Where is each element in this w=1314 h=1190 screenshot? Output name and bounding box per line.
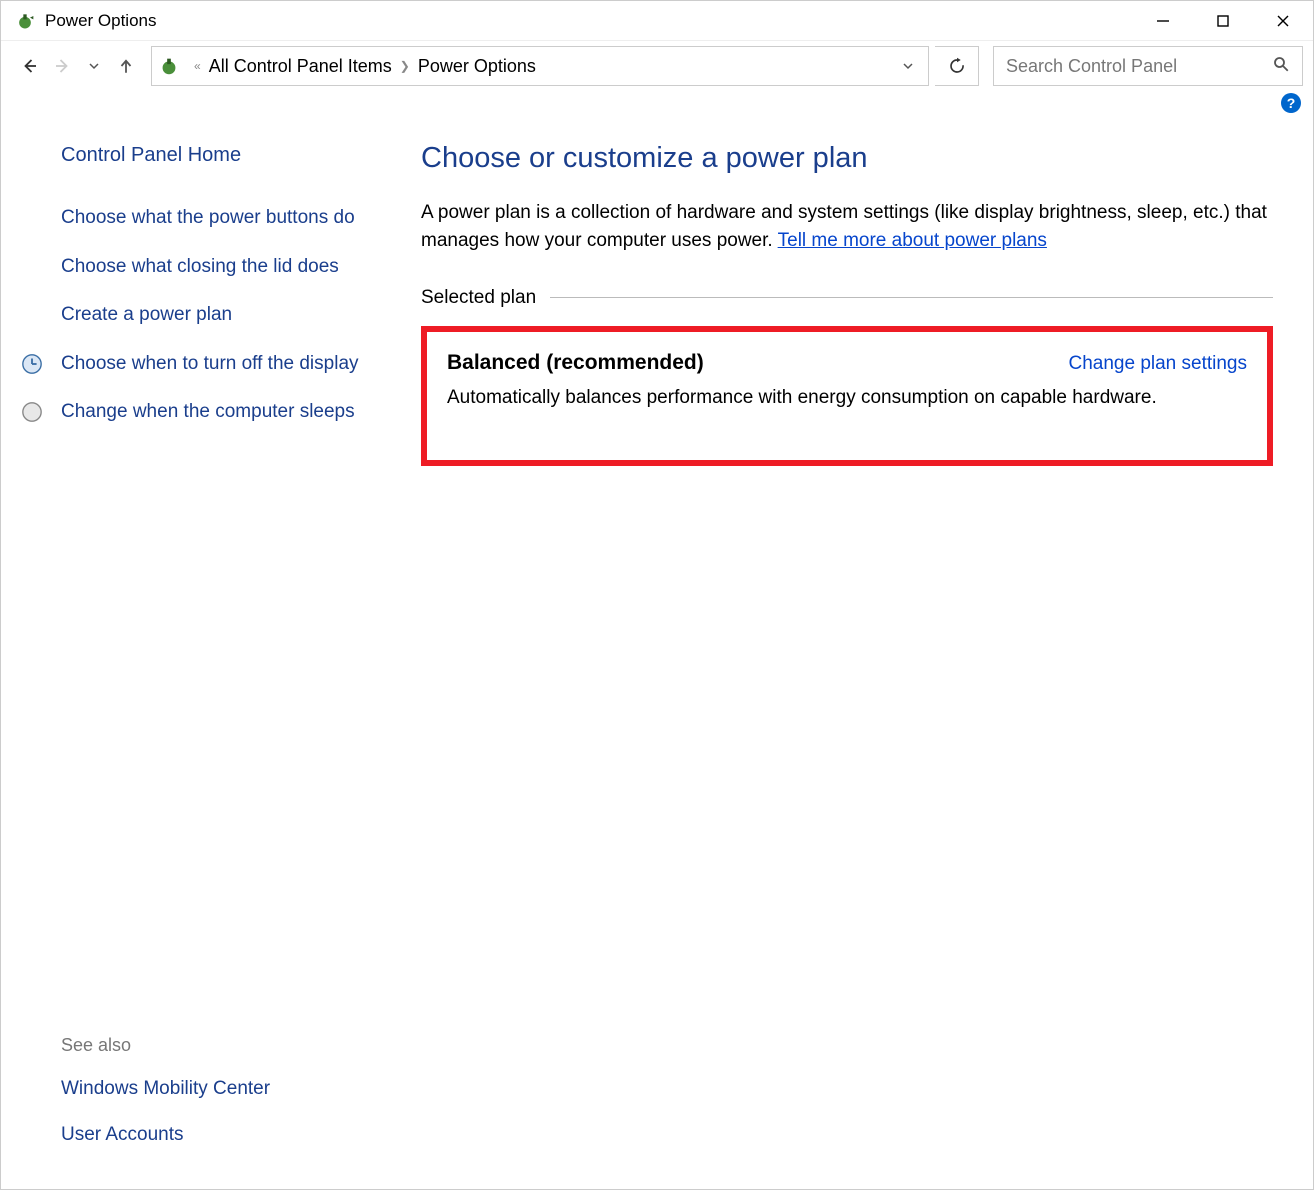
close-button[interactable] (1253, 1, 1313, 41)
window-frame: Power Options (0, 0, 1314, 1190)
recent-locations-button[interactable] (79, 51, 109, 81)
plan-name: Balanced (recommended) (447, 348, 704, 378)
search-icon[interactable] (1272, 55, 1290, 78)
search-box[interactable] (993, 46, 1303, 86)
sidebar-item-sleep[interactable]: Change when the computer sleeps (61, 399, 375, 426)
sidebar-item-lid-close[interactable]: Choose what closing the lid does (61, 254, 375, 281)
sidebar: Control Panel Home Choose what the power… (1, 127, 401, 1189)
change-plan-settings-link[interactable]: Change plan settings (1068, 350, 1247, 378)
breadcrumb-segment[interactable]: All Control Panel Items (205, 56, 396, 77)
window-title: Power Options (45, 11, 1133, 31)
address-dropdown-button[interactable] (894, 56, 922, 77)
page-description: A power plan is a collection of hardware… (421, 199, 1273, 254)
refresh-button[interactable] (935, 46, 979, 86)
minimize-button[interactable] (1133, 1, 1193, 41)
sidebar-item-display-off[interactable]: Choose when to turn off the display (61, 351, 375, 378)
learn-more-link[interactable]: Tell me more about power plans (778, 230, 1047, 251)
selected-plan-box: Balanced (recommended) Change plan setti… (421, 326, 1273, 466)
navigation-bar: « All Control Panel Items ❯ Power Option… (1, 41, 1313, 91)
main-panel: Choose or customize a power plan A power… (401, 127, 1313, 1189)
section-header: Selected plan (421, 284, 1273, 312)
see-also-mobility-center[interactable]: Windows Mobility Center (61, 1076, 375, 1103)
sidebar-item-create-plan[interactable]: Create a power plan (61, 302, 375, 329)
content-area: Control Panel Home Choose what the power… (1, 115, 1313, 1189)
plan-description: Automatically balances performance with … (447, 384, 1247, 412)
forward-button[interactable] (47, 51, 77, 81)
window-controls (1133, 1, 1313, 40)
nav-arrows (11, 51, 145, 81)
section-label: Selected plan (421, 284, 536, 312)
breadcrumb-segment[interactable]: Power Options (414, 56, 540, 77)
back-button[interactable] (15, 51, 45, 81)
content-top: ? (1, 91, 1313, 115)
sidebar-item-label: Change when the computer sleeps (61, 401, 355, 422)
see-also-heading: See also (61, 1033, 375, 1058)
maximize-button[interactable] (1193, 1, 1253, 41)
up-button[interactable] (111, 51, 141, 81)
clock-icon (21, 353, 43, 375)
sidebar-item-power-buttons[interactable]: Choose what the power buttons do (61, 205, 375, 232)
see-also-user-accounts[interactable]: User Accounts (61, 1122, 375, 1149)
sidebar-home-link[interactable]: Control Panel Home (61, 141, 375, 169)
address-bar-icon (158, 55, 180, 77)
address-bar[interactable]: « All Control Panel Items ❯ Power Option… (151, 46, 929, 86)
plan-header: Balanced (recommended) Change plan setti… (447, 348, 1247, 378)
section-divider (550, 297, 1273, 298)
sidebar-item-label: Choose when to turn off the display (61, 353, 359, 374)
page-heading: Choose or customize a power plan (421, 137, 1273, 179)
moon-icon (21, 401, 43, 423)
titlebar: Power Options (1, 1, 1313, 41)
chevron-right-icon[interactable]: ❯ (396, 59, 414, 73)
search-input[interactable] (1006, 56, 1272, 77)
breadcrumb-root-chevron[interactable]: « (190, 59, 205, 73)
app-icon (15, 11, 35, 31)
help-icon[interactable]: ? (1281, 93, 1301, 113)
